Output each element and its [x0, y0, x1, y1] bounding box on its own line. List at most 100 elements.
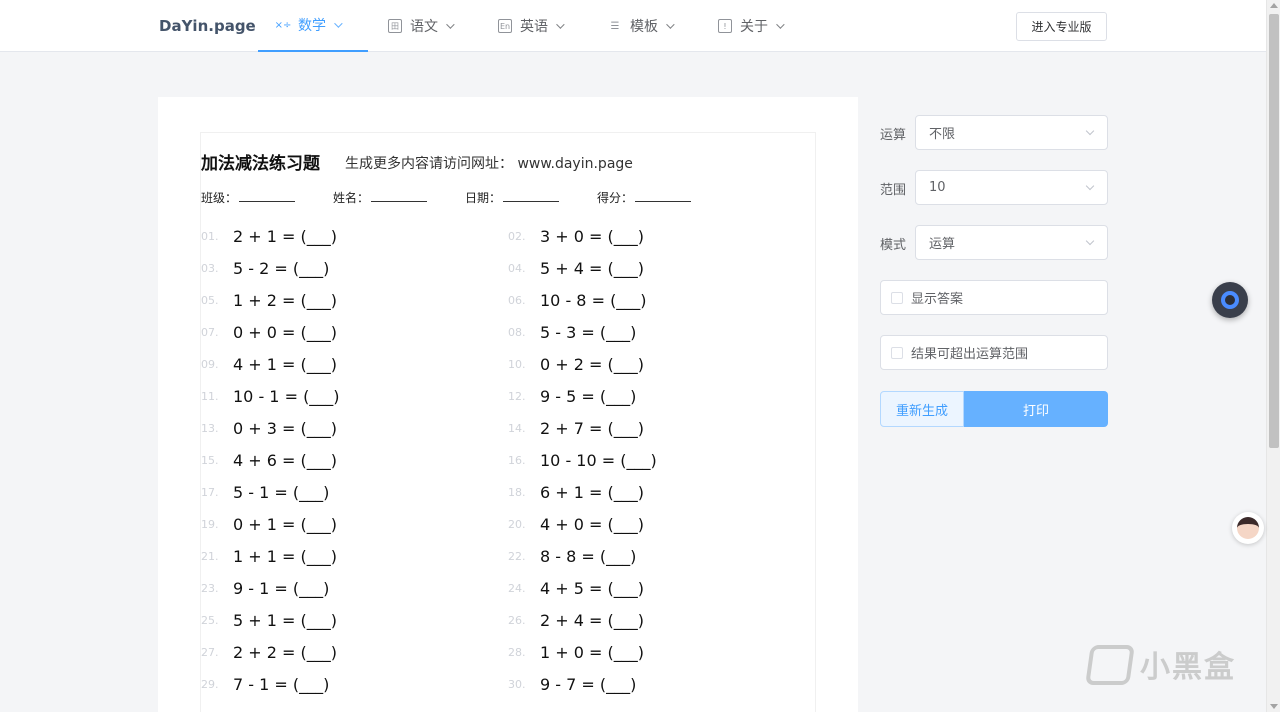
meta-class-label: 班级： [201, 191, 238, 205]
problem-number: 01. [201, 229, 219, 243]
meta-score: 得分： [597, 189, 692, 206]
problem-expression: 0 + 3 = (___) [233, 418, 337, 438]
watermark-text: 小黑盒 [1140, 650, 1236, 685]
pro-version-button[interactable]: 进入专业版 [1016, 12, 1107, 41]
problem-item: 09. 4 + 1 = (___) [201, 353, 337, 375]
brand-logo[interactable]: DaYin.page [159, 17, 256, 35]
problem-expression: 0 + 2 = (___) [540, 354, 644, 374]
nav-about-label: 关于 [740, 19, 768, 35]
problem-item: 25. 5 + 1 = (___) [201, 609, 337, 631]
problem-item: 29. 7 - 1 = (___) [201, 673, 329, 695]
mode-select[interactable]: 运算 [915, 225, 1108, 260]
problem-item: 15. 4 + 6 = (___) [201, 449, 337, 471]
problem-expression: 0 + 0 = (___) [233, 322, 337, 342]
chevron-down-icon [334, 19, 343, 28]
problem-item: 21. 1 + 1 = (___) [201, 545, 337, 567]
problem-number: 28. [508, 645, 526, 659]
problem-item: 12. 9 - 5 = (___) [508, 385, 636, 407]
page-scrollbar[interactable] [1266, 0, 1280, 712]
problem-item: 13. 0 + 3 = (___) [201, 417, 337, 439]
allow-overflow-label: 结果可超出运算范围 [911, 347, 1029, 362]
problem-number: 07. [201, 325, 219, 339]
checkbox-box[interactable] [891, 291, 903, 304]
problem-item: 14. 2 + 7 = (___) [508, 417, 644, 439]
problem-expression: 4 + 0 = (___) [540, 514, 644, 534]
problem-expression: 10 - 8 = (___) [540, 290, 647, 310]
operation-select[interactable]: 不限 [915, 115, 1108, 150]
meta-score-label: 得分： [597, 191, 634, 205]
show-answer-checkbox[interactable]: 显示答案 [880, 280, 1108, 315]
nav-template[interactable]: ☰ 模板 [608, 0, 675, 52]
worksheet-preview: 加法减法练习题 生成更多内容请访问网址： www.dayin.page 班级： … [158, 97, 858, 712]
problem-number: 20. [508, 517, 526, 531]
problem-expression: 10 - 10 = (___) [540, 450, 657, 470]
problem-number: 09. [201, 357, 219, 371]
nav-chinese[interactable]: 田 语文 [388, 0, 455, 52]
problem-number: 21. [201, 549, 219, 563]
mode-label: 模式 [880, 238, 907, 253]
range-select[interactable]: 10 [915, 170, 1108, 205]
about-icon: ! [718, 19, 732, 33]
chinese-icon: 田 [388, 19, 402, 33]
problem-item: 23. 9 - 1 = (___) [201, 577, 329, 599]
scroll-up-arrow-icon[interactable] [1270, 3, 1278, 8]
worksheet-subtitle: 生成更多内容请访问网址： www.dayin.page [345, 156, 633, 172]
problem-item: 27. 2 + 2 = (___) [201, 641, 337, 663]
problem-number: 29. [201, 677, 219, 691]
problem-item: 28. 1 + 0 = (___) [508, 641, 644, 663]
problem-item: 18. 6 + 1 = (___) [508, 481, 644, 503]
print-button[interactable]: 打印 [964, 391, 1108, 427]
ring-icon [1221, 291, 1239, 309]
problem-number: 06. [508, 293, 526, 307]
floating-assistant-button[interactable] [1212, 282, 1248, 318]
nav-english-label: 英语 [520, 19, 548, 35]
problem-number: 16. [508, 453, 526, 467]
nav-math[interactable]: ×÷ 数学 [258, 0, 368, 52]
problem-number: 03. [201, 261, 219, 275]
operation-label: 运算 [880, 128, 907, 143]
problem-item: 20. 4 + 0 = (___) [508, 513, 644, 535]
chevron-down-icon [1085, 181, 1095, 191]
problem-number: 24. [508, 581, 526, 595]
scroll-down-arrow-icon[interactable] [1270, 704, 1278, 709]
problem-item: 08. 5 - 3 = (___) [508, 321, 636, 343]
problem-item: 24. 4 + 5 = (___) [508, 577, 644, 599]
problem-item: 16. 10 - 10 = (___) [508, 449, 657, 471]
nav-english[interactable]: En 英语 [498, 0, 565, 52]
problem-item: 30. 9 - 7 = (___) [508, 673, 636, 695]
problem-expression: 3 + 0 = (___) [540, 226, 644, 246]
problem-expression: 10 - 1 = (___) [233, 386, 340, 406]
avatar[interactable] [1232, 512, 1264, 544]
nav-template-label: 模板 [630, 19, 658, 35]
meta-name: 姓名： [333, 189, 428, 206]
watermark-logo-icon [1085, 645, 1135, 685]
meta-class: 班级： [201, 189, 296, 206]
problem-number: 08. [508, 325, 526, 339]
nav-about[interactable]: ! 关于 [718, 0, 785, 52]
problem-item: 02. 3 + 0 = (___) [508, 225, 644, 247]
problem-expression: 9 - 7 = (___) [540, 674, 637, 694]
problem-number: 05. [201, 293, 219, 307]
chevron-down-icon [776, 20, 785, 29]
problem-item: 17. 5 - 1 = (___) [201, 481, 329, 503]
range-value: 10 [929, 180, 946, 195]
problem-expression: 4 + 6 = (___) [233, 450, 337, 470]
range-label: 范围 [880, 183, 907, 198]
regenerate-button[interactable]: 重新生成 [880, 391, 964, 427]
problem-expression: 1 + 0 = (___) [540, 642, 644, 662]
problem-number: 27. [201, 645, 219, 659]
problem-item: 06. 10 - 8 = (___) [508, 289, 647, 311]
problem-number: 19. [201, 517, 219, 531]
problem-expression: 9 - 1 = (___) [233, 578, 330, 598]
problem-expression: 6 + 1 = (___) [540, 482, 644, 502]
problem-number: 15. [201, 453, 219, 467]
scroll-thumb[interactable] [1269, 14, 1279, 448]
problem-number: 13. [201, 421, 219, 435]
meta-name-label: 姓名： [333, 191, 370, 205]
allow-overflow-checkbox[interactable]: 结果可超出运算范围 [880, 335, 1108, 370]
nav-math-label: 数学 [298, 18, 326, 34]
problem-expression: 2 + 7 = (___) [540, 418, 644, 438]
checkbox-box[interactable] [891, 346, 903, 359]
problem-expression: 2 + 1 = (___) [233, 226, 337, 246]
problem-number: 18. [508, 485, 526, 499]
